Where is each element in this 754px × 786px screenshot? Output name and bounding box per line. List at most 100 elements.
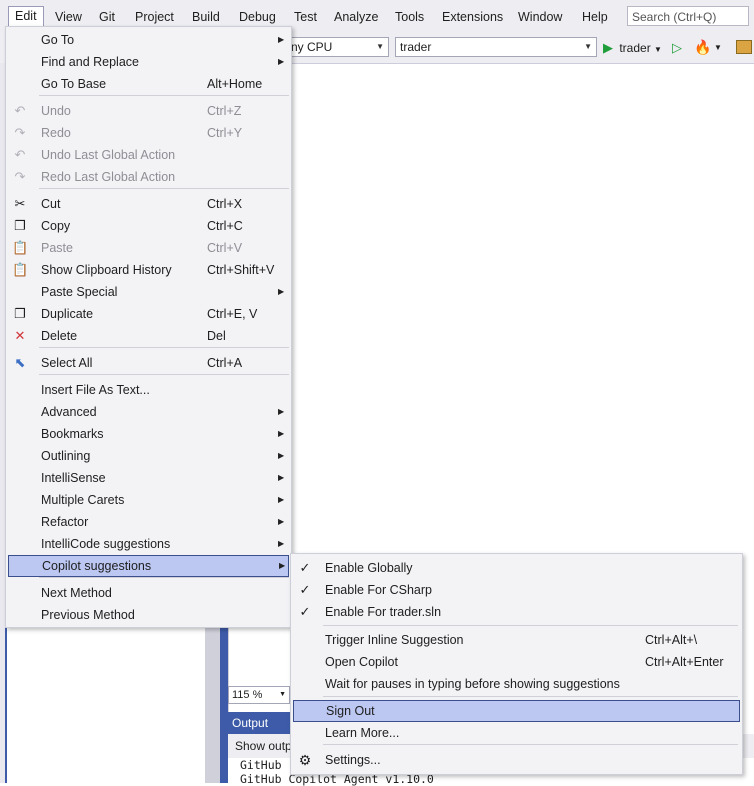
menu-item-label: Paste Special [41, 285, 118, 299]
scissors-icon: ✂ [14, 196, 26, 211]
menu-item-label: Show Clipboard History [41, 263, 172, 277]
menu-item-shortcut: Del [207, 329, 226, 343]
copilot-menu-item-settings[interactable]: ⚙ Settings... [293, 749, 740, 771]
copilot-menu-item-wait-for-pauses-in-typing-before-showing-suggestions[interactable]: Wait for pauses in typing before showing… [293, 673, 740, 695]
menu-item-label: Advanced [41, 405, 97, 419]
edit-menu-item-outlining[interactable]: Outlining ▶ [8, 445, 289, 467]
edit-menu-item-previous-method[interactable]: Previous Method [8, 604, 289, 626]
edit-menu-item-go-to[interactable]: Go To ▶ [8, 29, 289, 51]
redo-icon: ↷ [14, 169, 26, 184]
menu-item-label: Select All [41, 356, 93, 370]
menu-item-shortcut: Ctrl+C [207, 219, 243, 233]
copilot-suggestions-submenu: ✓ Enable Globally ✓ Enable For CSharp ✓ Enabl… [290, 553, 743, 775]
menu-build[interactable]: Build [186, 7, 226, 27]
copilot-menu-item-open-copilot[interactable]: Open Copilot Ctrl+Alt+Enter [293, 651, 740, 673]
menu-help[interactable]: Help [576, 7, 614, 27]
project-value: trader [400, 40, 432, 54]
zoom-combo[interactable]: 115 % ▼ [228, 686, 290, 704]
zoom-value: 115 % [232, 689, 263, 701]
output-toolbar-right [742, 734, 754, 758]
menu-extensions[interactable]: Extensions [436, 7, 509, 27]
edit-menu-item-go-to-base[interactable]: Go To Base Alt+Home [8, 73, 289, 95]
edit-menu: Go To ▶ Find and Replace ▶ Go To Base Alt+Hom… [5, 26, 292, 628]
platform-combo[interactable]: ny CPU ▼ [286, 37, 389, 57]
project-combo[interactable]: trader ▼ [395, 37, 597, 57]
edit-menu-item-paste-special[interactable]: Paste Special ▶ [8, 281, 289, 303]
edit-menu-item-undo: ↶ Undo Ctrl+Z [8, 100, 289, 122]
select-all-icon: ⬉ [14, 355, 26, 370]
chevron-down-icon[interactable]: ▼ [714, 38, 722, 58]
menu-git[interactable]: Git [93, 7, 121, 27]
copilot-menu-item-trigger-inline-suggestion[interactable]: Trigger Inline Suggestion Ctrl+Alt+\ [293, 629, 740, 651]
menu-item-label: Go To [41, 33, 75, 47]
edit-menu-item-show-clipboard-history[interactable]: 📋 Show Clipboard History Ctrl+Shift+V [8, 259, 289, 281]
edit-menu-item-delete[interactable]: ✕ Delete Del [8, 325, 289, 347]
menu-item-label: Cut [41, 197, 61, 211]
edit-menu-item-multiple-carets[interactable]: Multiple Carets ▶ [8, 489, 289, 511]
folder-icon[interactable] [736, 40, 752, 54]
chevron-right-icon: ▶ [278, 539, 285, 548]
copilot-menu-item-sign-out[interactable]: Sign Out [293, 700, 740, 722]
menu-item-label: Find and Replace [41, 55, 139, 69]
edit-menu-item-refactor[interactable]: Refactor ▶ [8, 511, 289, 533]
redo-icon: ↷ [14, 125, 26, 140]
edit-menu-item-copilot-suggestions[interactable]: Copilot suggestions ▶ [8, 555, 289, 577]
menu-project[interactable]: Project [129, 7, 180, 27]
edit-menu-item-advanced[interactable]: Advanced ▶ [8, 401, 289, 423]
chevron-right-icon: ▶ [278, 451, 285, 460]
gear-icon: ⚙ [298, 752, 312, 768]
copilot-menu-item-learn-more[interactable]: Learn More... [293, 722, 740, 744]
menu-separator [39, 188, 289, 189]
chevron-down-icon: ▼ [584, 42, 592, 51]
menu-item-label: Copy [41, 219, 71, 233]
run-button[interactable]: ▶ trader ▼ [603, 38, 662, 58]
clipboard-icon: 📋 [12, 262, 29, 277]
menu-window[interactable]: Window [512, 7, 568, 27]
edit-menu-item-intellisense[interactable]: IntelliSense ▶ [8, 467, 289, 489]
edit-menu-item-intellicode-suggestions[interactable]: IntelliCode suggestions ▶ [8, 533, 289, 555]
start-without-debug-icon[interactable]: ▷ [672, 38, 682, 58]
menu-analyze[interactable]: Analyze [328, 7, 384, 27]
chevron-down-icon: ▼ [654, 45, 662, 54]
copilot-menu-item-enable-for-csharp[interactable]: ✓ Enable For CSharp [293, 579, 740, 601]
output-panel-title[interactable]: Output [228, 712, 292, 734]
chevron-right-icon: ▶ [278, 35, 285, 44]
panel-frame-accent [220, 628, 228, 783]
menu-item-shortcut: Ctrl+V [207, 241, 243, 255]
hot-reload-icon[interactable]: 🔥 [694, 37, 711, 57]
menu-debug[interactable]: Debug [233, 7, 282, 27]
menu-item-shortcut: Ctrl+A [207, 356, 243, 370]
search-input[interactable]: Search (Ctrl+Q) [627, 6, 749, 26]
edit-menu-item-insert-file-as-text[interactable]: Insert File As Text... [8, 379, 289, 401]
edit-menu-item-redo: ↷ Redo Ctrl+Y [8, 122, 289, 144]
edit-menu-item-redo-last-global-action: ↷ Redo Last Global Action [8, 166, 289, 188]
menu-test[interactable]: Test [288, 7, 323, 27]
menu-view[interactable]: View [49, 7, 88, 27]
menu-item-label: Go To Base [41, 77, 107, 91]
menu-item-shortcut: Ctrl+E, V [207, 307, 258, 321]
play-icon: ▶ [603, 40, 613, 55]
menu-item-label: Trigger Inline Suggestion [325, 633, 464, 647]
chevron-right-icon: ▶ [278, 429, 285, 438]
menu-tools[interactable]: Tools [389, 7, 430, 27]
edit-menu-item-bookmarks[interactable]: Bookmarks ▶ [8, 423, 289, 445]
duplicate-icon: ❐ [14, 306, 26, 321]
menu-item-label: Bookmarks [41, 427, 104, 441]
menu-item-shortcut: Ctrl+Alt+\ [645, 633, 698, 647]
undo-icon: ↶ [14, 147, 26, 162]
chevron-right-icon: ▶ [278, 287, 285, 296]
edit-menu-item-select-all[interactable]: ⬉ Select All Ctrl+A [8, 352, 289, 374]
chevron-down-icon: ▼ [279, 691, 286, 698]
copilot-menu-item-enable-for-trader-sln[interactable]: ✓ Enable For trader.sln [293, 601, 740, 623]
edit-menu-item-find-and-replace[interactable]: Find and Replace ▶ [8, 51, 289, 73]
menu-edit[interactable]: Edit [8, 6, 44, 27]
edit-menu-item-duplicate[interactable]: ❐ Duplicate Ctrl+E, V [8, 303, 289, 325]
edit-menu-item-next-method[interactable]: Next Method [8, 582, 289, 604]
checkmark-icon: ✓ [299, 560, 311, 575]
edit-menu-item-copy[interactable]: ❐ Copy Ctrl+C [8, 215, 289, 237]
checkmark-icon: ✓ [299, 604, 311, 619]
menu-item-label: Delete [41, 329, 78, 343]
edit-menu-item-cut[interactable]: ✂ Cut Ctrl+X [8, 193, 289, 215]
menu-item-label: Outlining [41, 449, 91, 463]
copilot-menu-item-enable-globally[interactable]: ✓ Enable Globally [293, 557, 740, 579]
